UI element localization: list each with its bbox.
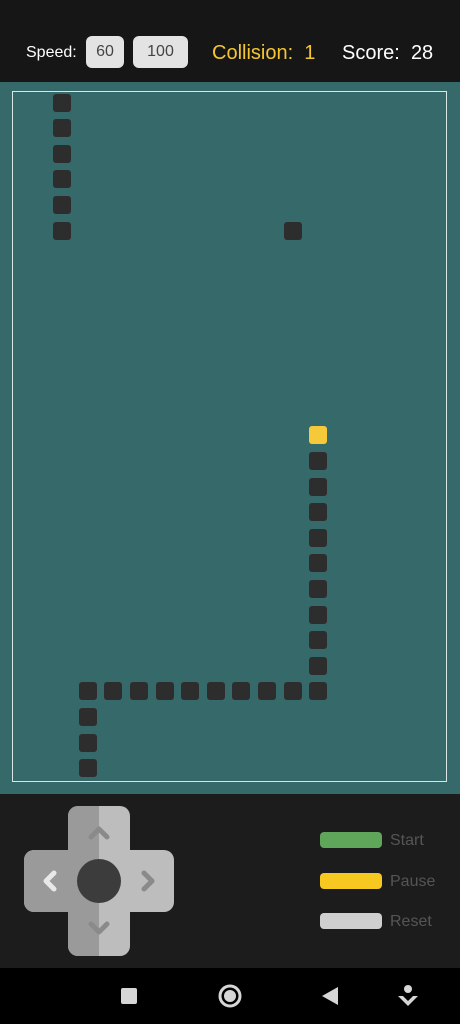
obstacle-block bbox=[53, 170, 72, 189]
obstacle-block bbox=[53, 221, 72, 240]
snake-segment bbox=[104, 682, 123, 701]
obstacle-block bbox=[53, 144, 72, 163]
snake-segment bbox=[309, 554, 328, 573]
speed-60-button[interactable]: 60 bbox=[86, 36, 124, 68]
recents-square-icon[interactable] bbox=[115, 982, 143, 1010]
collision-counter: Collision: 1 bbox=[212, 42, 315, 65]
snake-segment bbox=[129, 682, 148, 701]
snake-head bbox=[309, 426, 328, 445]
arrow-up-icon[interactable] bbox=[85, 819, 113, 847]
snake-segment bbox=[232, 682, 251, 701]
arrow-right-icon[interactable] bbox=[134, 867, 162, 895]
snake-segment bbox=[155, 682, 174, 701]
status-header: Speed: 60 100 Collision: 1 Score: 28 bbox=[0, 0, 460, 82]
obstacle-block bbox=[53, 93, 72, 112]
snake-segment bbox=[309, 631, 328, 650]
control-panel: Start Pause Reset bbox=[0, 794, 460, 968]
snake-segment bbox=[206, 682, 225, 701]
arrow-left-icon[interactable] bbox=[36, 867, 64, 895]
score-label: Score: bbox=[342, 42, 400, 64]
snake-segment bbox=[309, 656, 328, 675]
system-nav-bar bbox=[0, 968, 460, 1024]
pause-label: Pause bbox=[390, 873, 436, 890]
home-circle-icon[interactable] bbox=[216, 982, 244, 1010]
snake-segment bbox=[309, 451, 328, 470]
obstacle-block bbox=[53, 195, 72, 214]
snake-segment bbox=[309, 605, 328, 624]
reset-label: Reset bbox=[390, 913, 432, 930]
arrow-down-icon[interactable] bbox=[85, 914, 113, 942]
snake-segment bbox=[283, 682, 302, 701]
snake-segment bbox=[78, 733, 97, 752]
snake-segment bbox=[257, 682, 276, 701]
score-value: 28 bbox=[410, 42, 434, 64]
collision-value: 1 bbox=[304, 42, 316, 64]
collision-label: Collision: bbox=[212, 42, 294, 64]
snake-segment bbox=[78, 682, 97, 701]
snake-segment bbox=[181, 682, 200, 701]
back-triangle-icon[interactable] bbox=[316, 982, 344, 1010]
score-counter: Score: 28 bbox=[342, 42, 433, 65]
snake-segment bbox=[309, 528, 328, 547]
obstacle-block bbox=[53, 119, 72, 138]
snake-segment bbox=[309, 477, 328, 496]
start-color-bar bbox=[320, 832, 382, 848]
snake-segment bbox=[78, 759, 97, 778]
dpad-center bbox=[77, 859, 121, 903]
speed-label: Speed: bbox=[26, 44, 77, 61]
pause-color-bar bbox=[320, 873, 382, 889]
direction-pad[interactable] bbox=[24, 806, 174, 956]
snake-segment bbox=[309, 503, 328, 522]
game-grid bbox=[12, 91, 447, 782]
start-label: Start bbox=[390, 832, 424, 849]
snake-segment bbox=[78, 707, 97, 726]
speed-100-button[interactable]: 100 bbox=[133, 36, 188, 68]
snake-segment bbox=[309, 682, 328, 701]
food-block bbox=[283, 221, 302, 240]
snake-segment bbox=[309, 579, 328, 598]
assistant-icon[interactable] bbox=[394, 982, 422, 1010]
game-field[interactable] bbox=[0, 82, 460, 794]
reset-color-bar bbox=[320, 913, 382, 929]
